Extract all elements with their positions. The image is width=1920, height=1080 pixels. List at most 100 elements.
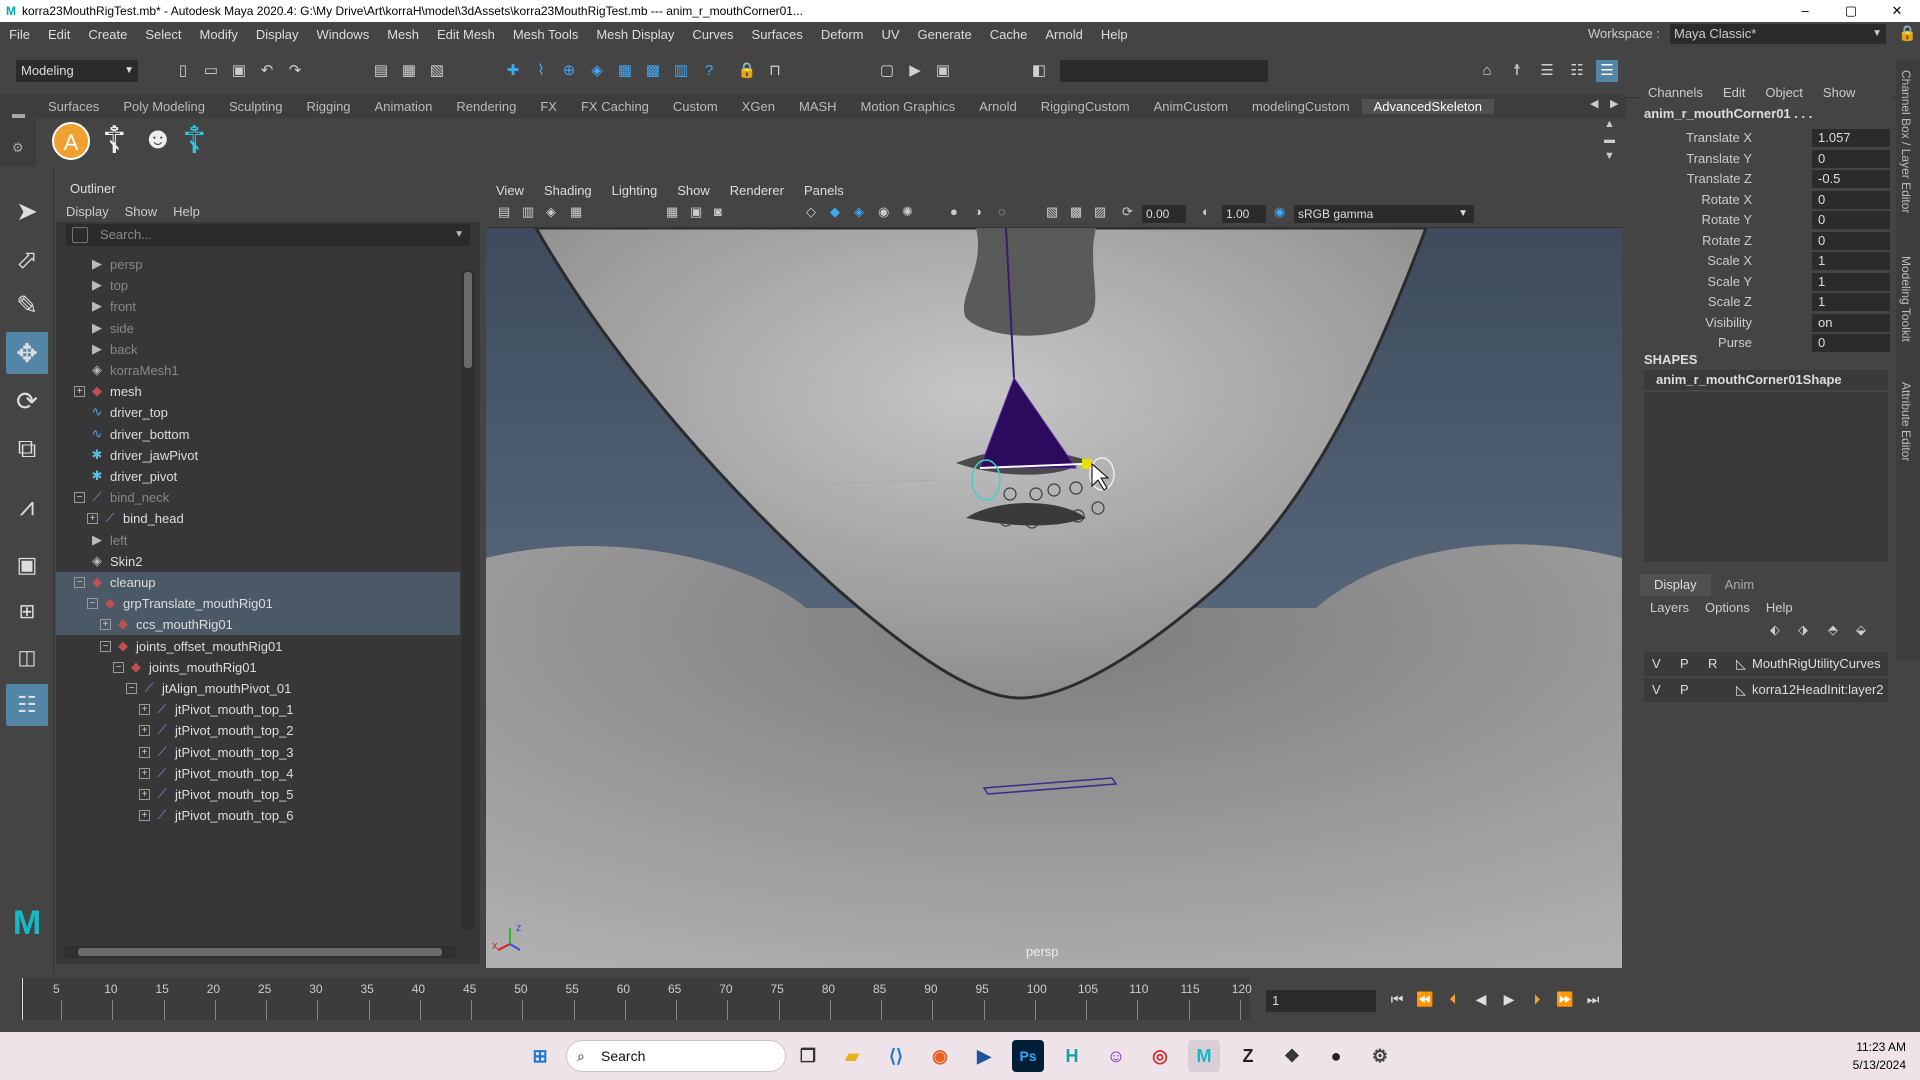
shelf-menu-icon[interactable]: ▬ (12, 106, 25, 121)
menu-mesh[interactable]: Mesh (378, 27, 428, 42)
zbrush-icon[interactable]: Z (1232, 1040, 1264, 1072)
menu-edit[interactable]: Edit (39, 27, 79, 42)
color-management-icon[interactable]: ◉ (1274, 204, 1285, 220)
outliner-search-field[interactable]: Search... ▼ (66, 224, 470, 246)
wireframe-on-shaded-icon[interactable]: ◈ (854, 204, 864, 220)
shelf-tab-fx[interactable]: FX (528, 99, 569, 114)
viewport-menu-show[interactable]: Show (677, 183, 710, 198)
channel-row[interactable]: Scale Y 1 (1640, 272, 1892, 292)
expand-toggle-icon[interactable]: − (113, 661, 124, 673)
tab-channel-box-layer-editor[interactable]: Channel Box / Layer Editor (1899, 70, 1913, 213)
channel-box-icon[interactable]: ☰ (1596, 60, 1618, 82)
outliner-row[interactable]: + ◆ mesh (56, 381, 460, 402)
shelf-tab-animcustom[interactable]: AnimCustom (1142, 99, 1240, 114)
shelf-tab-rigging[interactable]: Rigging (294, 99, 362, 114)
layer-playback-toggle[interactable]: P (1680, 652, 1689, 676)
tab-anim[interactable]: Anim (1711, 574, 1769, 596)
shelf-up-icon[interactable]: ▲ (1604, 118, 1615, 130)
outliner-row[interactable]: ◈ Skin2 (56, 551, 460, 572)
shelf-tab-modelingcustom[interactable]: modelingCustom (1240, 99, 1362, 114)
film-gate-icon[interactable]: ▣ (690, 204, 702, 220)
menu-edit-mesh[interactable]: Edit Mesh (428, 27, 504, 42)
outliner-layout-icon[interactable]: ☷ (6, 684, 48, 726)
snap-grid-icon[interactable]: ✚ (502, 60, 524, 82)
gamma-field[interactable]: 1.00 (1222, 205, 1266, 223)
channel-row[interactable]: Rotate Z 0 (1640, 231, 1892, 251)
viewport-menu-panels[interactable]: Panels (804, 183, 844, 198)
firefox-icon[interactable]: ◉ (924, 1040, 956, 1072)
outliner-row[interactable]: + ⟋ jtPivot_mouth_top_2 (56, 720, 460, 741)
shelf-scroll-left-icon[interactable]: ◀ (1590, 97, 1598, 110)
chrome-icon[interactable]: ◎ (1144, 1040, 1176, 1072)
render-view-icon[interactable]: ▢ (876, 60, 898, 82)
discord-icon[interactable]: ☺ (1100, 1040, 1132, 1072)
outliner-row[interactable]: − ◆ cleanup (56, 572, 460, 593)
outliner-row[interactable]: ▶ back (56, 339, 460, 360)
persp-outliner-layout-icon[interactable]: ◫ (6, 636, 48, 678)
outliner-horizontal-scrollbar[interactable] (64, 946, 456, 958)
snap-curve-icon[interactable]: ⌇ (530, 60, 552, 82)
construction-history-icon[interactable]: ▥ (670, 60, 692, 82)
layer-row[interactable]: V P R ◺ MouthRigUtilityCurves (1644, 652, 1888, 676)
menu-help[interactable]: Help (1092, 27, 1137, 42)
menu-set-select[interactable]: Modeling ▼ (16, 60, 138, 82)
photoshop-icon[interactable]: Ps (1012, 1040, 1044, 1072)
snap-view-plane-icon[interactable]: ◈ (586, 60, 608, 82)
lasso-tool-icon[interactable]: ⬀ (6, 238, 48, 280)
channel-row[interactable]: Scale Z 1 (1640, 292, 1892, 312)
open-scene-icon[interactable]: ▭ (200, 60, 222, 82)
shape-node-name[interactable]: anim_r_mouthCorner01Shape (1644, 370, 1888, 390)
timeline-ruler[interactable]: 5 10 15 20 25 30 35 40 45 50 55 60 65 70 75 80 85 90 95 100… (20, 978, 1252, 1020)
expand-toggle-icon[interactable]: + (139, 725, 150, 737)
scale-tool-icon[interactable]: ⧉ (6, 428, 48, 470)
channel-row[interactable]: Rotate Y 0 (1640, 210, 1892, 230)
outliner-menu-help[interactable]: Help (173, 204, 200, 219)
menu-mesh-display[interactable]: Mesh Display (587, 27, 683, 42)
play-forwards-icon[interactable]: ▶ (1498, 988, 1520, 1010)
task-view-icon[interactable]: ❐ (792, 1040, 824, 1072)
exposure-field[interactable]: 0.00 (1142, 205, 1186, 223)
textured-icon[interactable]: ◉ (878, 204, 889, 220)
xray-icon[interactable]: ▩ (1070, 204, 1082, 220)
expand-toggle-icon[interactable]: + (139, 746, 150, 758)
menu-file[interactable]: File (0, 27, 39, 42)
layer-menu-options[interactable]: Options (1705, 600, 1750, 615)
gear-icon[interactable]: ⚙ (12, 140, 24, 156)
anti-aliasing-icon[interactable]: ◌ (998, 204, 1006, 219)
menu-windows[interactable]: Windows (307, 27, 378, 42)
shelf-tab-riggingcustom[interactable]: RiggingCustom (1029, 99, 1142, 114)
rotate-tool-icon[interactable]: ⟳ (6, 380, 48, 422)
layer-color-swatch[interactable]: ◺ (1736, 678, 1746, 702)
outliner-row[interactable]: + ⟋ jtPivot_mouth_top_1 (56, 699, 460, 720)
bookmark-icon[interactable]: ◈ (546, 204, 556, 220)
expand-toggle-icon[interactable]: + (87, 513, 98, 525)
isolate-select-icon[interactable]: ▧ (1046, 204, 1058, 220)
tab-attribute-editor[interactable]: Attribute Editor (1899, 382, 1913, 461)
exposure-icon[interactable]: ⟳ (1122, 204, 1133, 220)
workspace-select[interactable]: Maya Classic* ▼ (1670, 24, 1886, 44)
shelf-scroll-right-icon[interactable]: ▶ (1610, 97, 1618, 110)
shadows-icon[interactable]: ● (950, 204, 958, 219)
davinci-icon[interactable]: ❖ (1276, 1040, 1308, 1072)
outliner-row[interactable]: ∿ driver_bottom (56, 424, 460, 445)
outliner-row[interactable]: ✱ driver_pivot (56, 466, 460, 487)
outliner-row[interactable]: ∿ driver_top (56, 402, 460, 423)
expand-toggle-icon[interactable]: + (139, 789, 150, 800)
vscode-icon[interactable]: ⟨⟩ (880, 1040, 912, 1072)
shelf-tab-mash[interactable]: MASH (787, 99, 849, 114)
outliner-row[interactable]: ▶ left (56, 530, 460, 551)
undo-icon[interactable]: ↶ (256, 60, 278, 82)
render-current-icon[interactable]: ▶ (904, 60, 926, 82)
lock-icon[interactable]: 🔒 (736, 60, 758, 82)
new-layer-icon[interactable]: ⬘ (1828, 622, 1838, 638)
select-hierarchy-icon[interactable]: ▤ (370, 60, 392, 82)
grid-icon[interactable]: ▦ (666, 204, 678, 220)
channel-value-field[interactable]: 1.057 (1812, 129, 1890, 147)
outliner-row[interactable]: ▶ front (56, 296, 460, 317)
modeling-toolkit-icon[interactable]: ⌂ (1476, 60, 1498, 82)
outliner-row[interactable]: + ⟋ jtPivot_mouth_top_5 (56, 784, 460, 805)
outliner-row[interactable]: + ⟋ jtPivot_mouth_top_4 (56, 763, 460, 784)
scrollbar-thumb[interactable] (78, 948, 442, 956)
minimize-button[interactable]: – (1782, 0, 1828, 22)
symmetry-icon[interactable]: ▩ (642, 60, 664, 82)
